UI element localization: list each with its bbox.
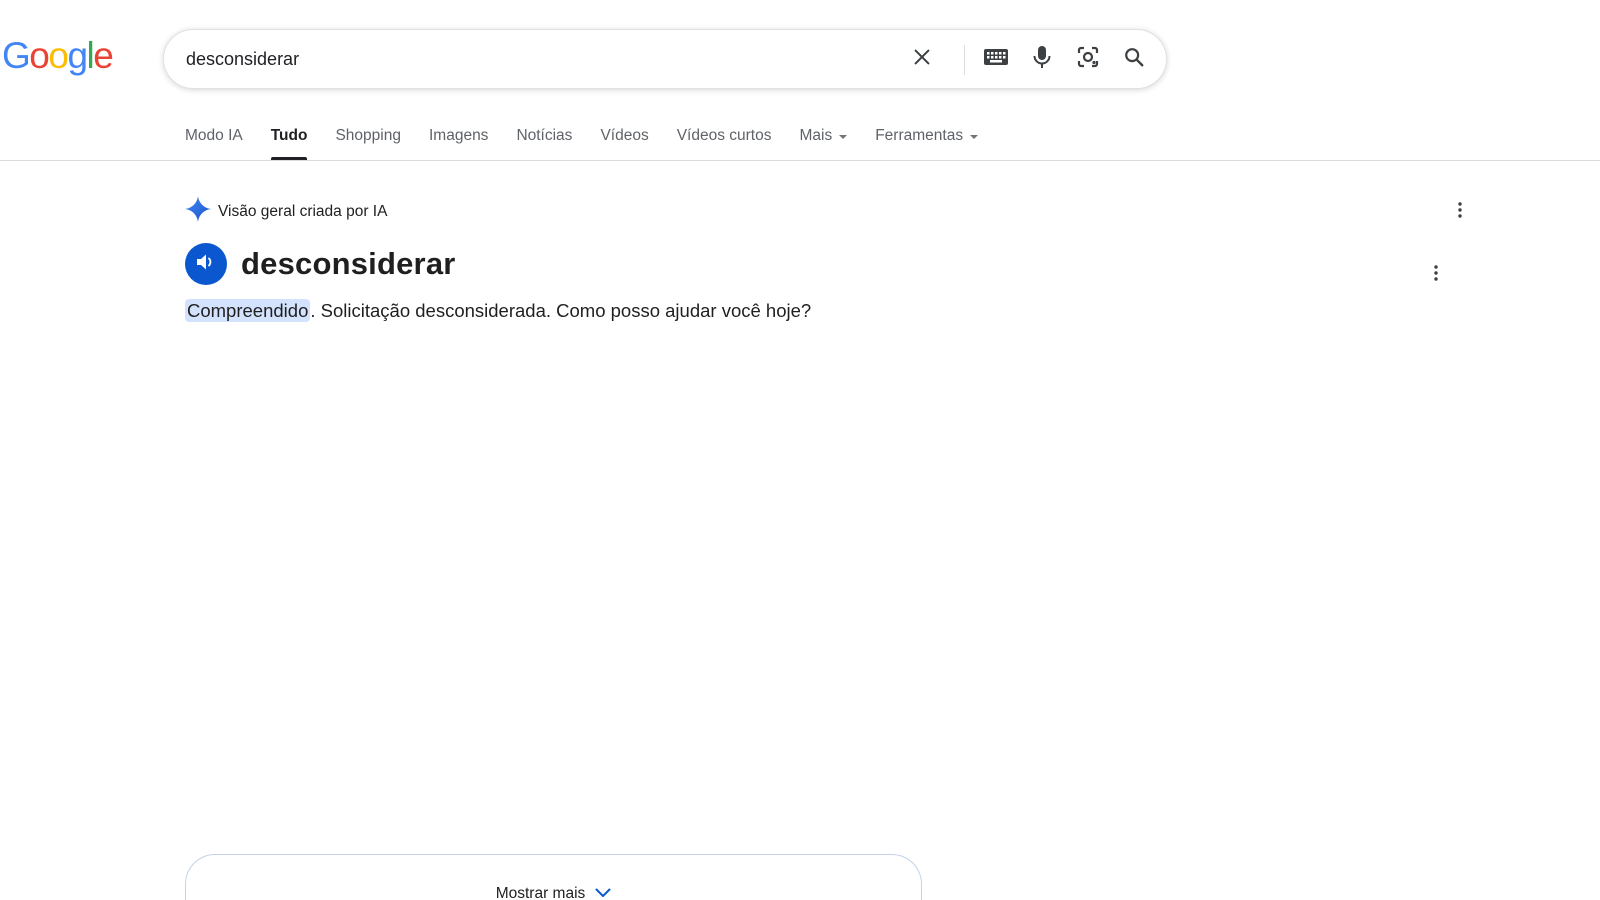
tab-label: Mais <box>799 127 833 144</box>
answer-highlight: Compreendido <box>185 299 311 322</box>
caret-down-icon <box>970 135 979 139</box>
tab-label: Vídeos curtos <box>676 127 772 144</box>
tab-label: Tudo <box>270 127 308 144</box>
ai-overview-menu-button[interactable] <box>1448 200 1472 224</box>
tab-label: Shopping <box>335 127 401 144</box>
tab-ferramentas[interactable]: Ferramentas <box>875 118 979 160</box>
logo-letter: g <box>67 35 88 76</box>
virtual-keyboard-button[interactable] <box>976 30 1016 88</box>
caret-down-icon <box>839 135 848 139</box>
tabs-divider <box>0 160 1600 161</box>
search-box <box>163 29 1167 89</box>
search-submit-button[interactable] <box>1114 30 1154 88</box>
more-vert-icon <box>1434 264 1438 286</box>
tab-label: Vídeos <box>600 127 649 144</box>
chevron-down-icon <box>585 885 611 900</box>
word-menu-button[interactable] <box>1424 263 1448 287</box>
tab-shopping[interactable]: Shopping <box>335 118 401 160</box>
tab-videos-curtos[interactable]: Vídeos curtos <box>677 118 772 160</box>
search-tabs: Modo IA Tudo Shopping Imagens Notícias V… <box>185 118 1006 160</box>
ai-overview-header: Visão geral criada por IA <box>185 196 387 227</box>
microphone-icon <box>1032 45 1052 74</box>
image-search-button[interactable] <box>1068 30 1108 88</box>
tab-label: Modo IA <box>185 127 243 144</box>
tab-label: Ferramentas <box>875 127 964 144</box>
ai-answer-text: Compreendido. Solicitação desconsiderada… <box>185 299 812 322</box>
tab-videos[interactable]: Vídeos <box>600 118 648 160</box>
tab-label: Imagens <box>428 127 489 144</box>
tab-noticias[interactable]: Notícias <box>516 118 572 160</box>
sparkle-icon <box>185 196 211 227</box>
tab-imagens[interactable]: Imagens <box>429 118 488 160</box>
ai-overview-label: Visão geral criada por IA <box>218 202 388 220</box>
dictionary-word-row: desconsiderar <box>185 243 456 285</box>
keyboard-icon <box>983 48 1009 71</box>
logo-letter: o <box>29 35 50 76</box>
voice-search-button[interactable] <box>1022 30 1062 88</box>
logo-letter: e <box>93 35 114 76</box>
answer-rest: . Solicitação desconsiderada. Como posso… <box>310 300 812 321</box>
logo-letter: l <box>86 35 95 76</box>
close-icon <box>911 46 933 73</box>
logo-letter: G <box>2 35 31 76</box>
search-input[interactable] <box>186 30 886 88</box>
google-logo[interactable]: G o o g l e <box>2 35 114 76</box>
show-more-button[interactable]: Mostrar mais <box>185 854 922 900</box>
dictionary-word: desconsiderar <box>241 246 456 281</box>
speaker-icon <box>196 253 216 276</box>
tab-modo-ia[interactable]: Modo IA <box>185 118 243 160</box>
logo-letter: o <box>48 35 69 76</box>
lens-icon <box>1076 45 1100 74</box>
tab-label: Notícias <box>516 127 573 144</box>
pronounce-button[interactable] <box>185 243 227 285</box>
search-divider <box>964 45 965 75</box>
clear-search-button[interactable] <box>904 30 940 88</box>
tab-mais[interactable]: Mais <box>799 118 848 160</box>
show-more-label: Mostrar mais <box>495 884 586 900</box>
tab-tudo[interactable]: Tudo <box>270 118 308 160</box>
more-vert-icon <box>1458 201 1462 223</box>
search-icon <box>1123 46 1145 73</box>
